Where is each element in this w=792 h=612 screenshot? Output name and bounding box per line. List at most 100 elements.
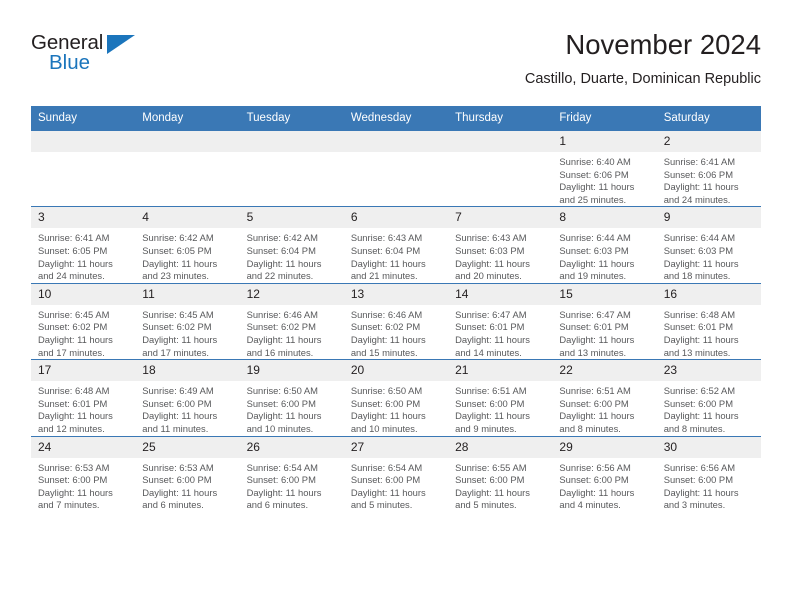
weekday-header-thursday: Thursday — [448, 106, 553, 131]
calendar-day-cell[interactable]: 10 Sunrise: 6:45 AM Sunset: 6:02 PM Dayli… — [31, 282, 136, 360]
calendar-week-row: 3 Sunrise: 6:41 AM Sunset: 6:05 PM Daylig… — [31, 206, 761, 284]
day-number: 26 — [239, 436, 344, 458]
calendar-day-cell[interactable]: 14 Sunrise: 6:47 AM Sunset: 6:01 PM Dayli… — [448, 282, 553, 360]
calendar-day-cell[interactable]: 7 Sunrise: 6:43 AM Sunset: 6:03 PM Daylig… — [448, 206, 553, 284]
calendar-week-row: 17 Sunrise: 6:48 AM Sunset: 6:01 PM Dayli… — [31, 359, 761, 436]
location-subtitle: Castillo, Duarte, Dominican Republic — [524, 71, 761, 87]
sun-info-text: Sunrise: 6:45 AM Sunset: 6:02 PM Dayligh… — [142, 308, 218, 358]
sun-info-text: Sunrise: 6:44 AM Sunset: 6:03 PM Dayligh… — [663, 232, 739, 282]
day-number: 24 — [31, 436, 136, 458]
sun-info-text: Sunrise: 6:43 AM Sunset: 6:03 PM Dayligh… — [455, 232, 530, 282]
calendar-day-cell[interactable]: 28 Sunrise: 6:55 AM Sunset: 6:00 PM Dayli… — [448, 435, 553, 512]
sun-info-text: Sunrise: 6:40 AM Sunset: 6:06 PM Dayligh… — [559, 156, 635, 205]
day-number: 22 — [552, 360, 657, 382]
calendar-day-cell[interactable]: 11 Sunrise: 6:45 AM Sunset: 6:02 PM Dayli… — [135, 282, 240, 360]
calendar-day-cell[interactable]: 29 Sunrise: 6:56 AM Sunset: 6:00 PM Dayli… — [552, 435, 657, 512]
day-number: 14 — [448, 283, 553, 305]
day-number: 16 — [656, 283, 761, 305]
sun-info-text — [344, 152, 448, 156]
day-number: 10 — [31, 283, 136, 305]
calendar-day-cell[interactable]: 21 Sunrise: 6:51 AM Sunset: 6:00 PM Dayli… — [448, 359, 553, 436]
day-number: 27 — [343, 436, 449, 458]
day-number: 15 — [552, 283, 657, 305]
calendar-day-cell[interactable]: 30 Sunrise: 6:56 AM Sunset: 6:00 PM Dayli… — [656, 435, 761, 512]
calendar-day-cell[interactable]: 16 Sunrise: 6:48 AM Sunset: 6:01 PM Dayli… — [656, 282, 761, 360]
sun-info-text: Sunrise: 6:56 AM Sunset: 6:00 PM Dayligh… — [559, 461, 635, 511]
day-number: 13 — [343, 283, 449, 305]
calendar-day-cell[interactable]: 24 Sunrise: 6:53 AM Sunset: 6:00 PM Dayli… — [31, 435, 136, 512]
sun-info-text: Sunrise: 6:46 AM Sunset: 6:02 PM Dayligh… — [246, 308, 322, 358]
calendar-day-cell[interactable]: 18 Sunrise: 6:49 AM Sunset: 6:00 PM Dayli… — [135, 359, 240, 436]
calendar-day-cell[interactable]: 3 Sunrise: 6:41 AM Sunset: 6:05 PM Daylig… — [31, 206, 136, 284]
sun-info-text: Sunrise: 6:55 AM Sunset: 6:00 PM Dayligh… — [455, 461, 530, 511]
weekday-header-tuesday: Tuesday — [239, 106, 344, 131]
day-number: 17 — [31, 360, 136, 382]
general-blue-logo[interactable]: General Blue — [31, 32, 151, 80]
sun-info-text: Sunrise: 6:48 AM Sunset: 6:01 PM Dayligh… — [38, 385, 113, 434]
sun-info-text: Sunrise: 6:52 AM Sunset: 6:00 PM Dayligh… — [663, 385, 739, 434]
day-number: 28 — [448, 436, 553, 458]
sun-info-text: Sunrise: 6:42 AM Sunset: 6:05 PM Dayligh… — [142, 232, 218, 282]
day-number: 9 — [656, 207, 761, 229]
calendar-day-cell[interactable]: 20 Sunrise: 6:50 AM Sunset: 6:00 PM Dayli… — [343, 359, 449, 436]
calendar-day-cell[interactable]: 9 Sunrise: 6:44 AM Sunset: 6:03 PM Daylig… — [656, 206, 761, 284]
sun-info-text — [135, 152, 239, 156]
calendar-day-cell[interactable]: 4 Sunrise: 6:42 AM Sunset: 6:05 PM Daylig… — [135, 206, 240, 284]
calendar-day-cell[interactable]: 17 Sunrise: 6:48 AM Sunset: 6:01 PM Dayli… — [31, 359, 136, 436]
calendar-day-cell-empty — [448, 129, 553, 207]
day-number — [448, 131, 553, 152]
day-number: 8 — [552, 207, 657, 229]
sun-info-text: Sunrise: 6:47 AM Sunset: 6:01 PM Dayligh… — [559, 308, 635, 358]
calendar-day-cell[interactable]: 23 Sunrise: 6:52 AM Sunset: 6:00 PM Dayli… — [656, 359, 761, 436]
sun-info-text: Sunrise: 6:51 AM Sunset: 6:00 PM Dayligh… — [559, 385, 635, 434]
page-title: November 2024 — [565, 29, 761, 60]
weekday-header-saturday: Saturday — [656, 106, 761, 131]
calendar-day-cell[interactable]: 27 Sunrise: 6:54 AM Sunset: 6:00 PM Dayli… — [343, 435, 449, 512]
calendar-day-cell[interactable]: 26 Sunrise: 6:54 AM Sunset: 6:00 PM Dayli… — [239, 435, 344, 512]
day-number — [135, 131, 240, 152]
weekday-header-wednesday: Wednesday — [343, 106, 449, 131]
weekday-header-friday: Friday — [552, 106, 657, 131]
sun-info-text: Sunrise: 6:50 AM Sunset: 6:00 PM Dayligh… — [350, 385, 426, 434]
day-number — [31, 131, 136, 152]
sun-info-text: Sunrise: 6:43 AM Sunset: 6:04 PM Dayligh… — [350, 232, 426, 282]
title-block: November 2024 Castillo, Duarte, Dominica… — [525, 28, 761, 90]
calendar-day-cell[interactable]: 19 Sunrise: 6:50 AM Sunset: 6:00 PM Dayli… — [239, 359, 344, 436]
calendar-day-cell[interactable]: 5 Sunrise: 6:42 AM Sunset: 6:04 PM Daylig… — [239, 206, 344, 284]
sun-info-text: Sunrise: 6:49 AM Sunset: 6:00 PM Dayligh… — [142, 385, 218, 434]
logo-text-blue: Blue — [49, 51, 91, 74]
calendar-day-cell-empty — [135, 129, 240, 207]
calendar-day-cell-empty — [31, 129, 136, 207]
calendar-day-cell[interactable]: 12 Sunrise: 6:46 AM Sunset: 6:02 PM Dayli… — [239, 282, 344, 360]
sun-info-text: Sunrise: 6:41 AM Sunset: 6:05 PM Dayligh… — [38, 232, 113, 282]
sun-info-text: Sunrise: 6:54 AM Sunset: 6:00 PM Dayligh… — [350, 461, 426, 511]
sun-info-text: Sunrise: 6:51 AM Sunset: 6:00 PM Dayligh… — [455, 385, 530, 434]
sun-info-text: Sunrise: 6:46 AM Sunset: 6:02 PM Dayligh… — [350, 308, 426, 358]
page-header: General Blue November 2024 Castillo, Dua… — [31, 28, 761, 100]
day-number: 19 — [239, 360, 344, 382]
weekday-headers: Sunday Monday Tuesday Wednesday Thursday Frid… — [31, 106, 761, 131]
sun-info-text: Sunrise: 6:54 AM Sunset: 6:00 PM Dayligh… — [246, 461, 322, 511]
sun-info-text — [240, 152, 344, 156]
sun-info-text: Sunrise: 6:41 AM Sunset: 6:06 PM Dayligh… — [663, 156, 739, 205]
calendar-day-cell[interactable]: 13 Sunrise: 6:46 AM Sunset: 6:02 PM Dayli… — [343, 282, 449, 360]
day-number — [343, 131, 449, 152]
sun-info-text: Sunrise: 6:53 AM Sunset: 6:00 PM Dayligh… — [142, 461, 218, 511]
calendar-day-cell[interactable]: 2 Sunrise: 6:41 AM Sunset: 6:06 PM Daylig… — [656, 129, 761, 207]
calendar-day-cell-empty — [239, 129, 344, 207]
weekday-header-monday: Monday — [135, 106, 240, 131]
calendar-day-cell[interactable]: 6 Sunrise: 6:43 AM Sunset: 6:04 PM Daylig… — [343, 206, 449, 284]
day-number: 6 — [343, 207, 449, 229]
calendar-day-cell[interactable]: 15 Sunrise: 6:47 AM Sunset: 6:01 PM Dayli… — [552, 282, 657, 360]
calendar-day-cell[interactable]: 22 Sunrise: 6:51 AM Sunset: 6:00 PM Dayli… — [552, 359, 657, 436]
calendar-day-cell-empty — [343, 129, 449, 207]
day-number: 18 — [135, 360, 240, 382]
day-number: 3 — [31, 207, 136, 229]
calendar-day-cell[interactable]: 25 Sunrise: 6:53 AM Sunset: 6:00 PM Dayli… — [135, 435, 240, 512]
calendar-week-row: 24 Sunrise: 6:53 AM Sunset: 6:00 PM Dayli… — [31, 435, 761, 512]
calendar-week-row: 10 Sunrise: 6:45 AM Sunset: 6:02 PM Dayli… — [31, 282, 761, 360]
day-number: 25 — [135, 436, 240, 458]
weekday-header-sunday: Sunday — [31, 106, 136, 131]
calendar-day-cell[interactable]: 8 Sunrise: 6:44 AM Sunset: 6:03 PM Daylig… — [552, 206, 657, 284]
calendar-day-cell[interactable]: 1 Sunrise: 6:40 AM Sunset: 6:06 PM Daylig… — [552, 129, 657, 207]
